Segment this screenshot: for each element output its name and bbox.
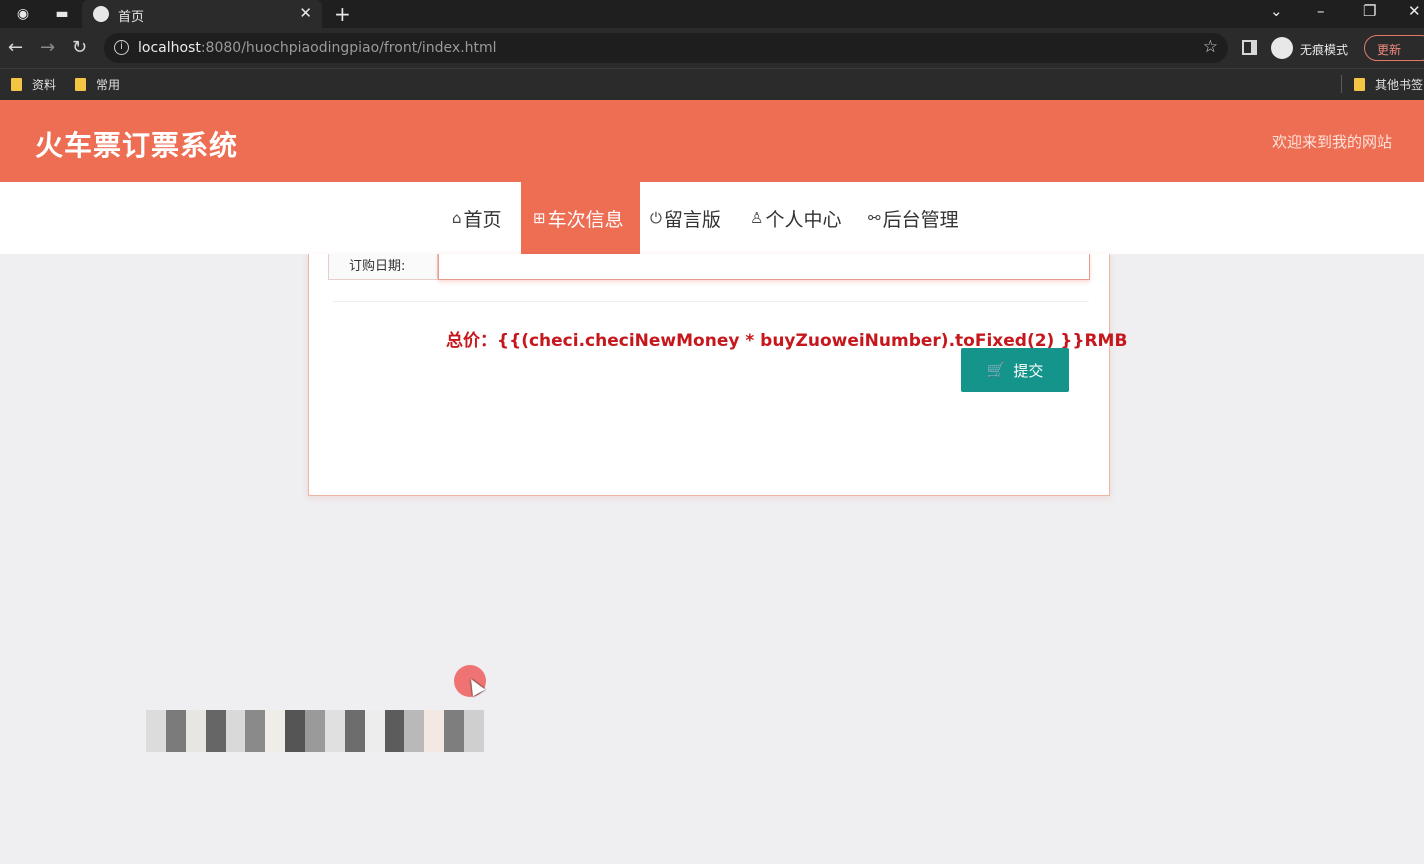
browser-tab-active[interactable]: 首页 ✕ — [82, 0, 322, 28]
tab-list-icon[interactable]: ⌄ — [1270, 2, 1283, 20]
bookmarks-divider — [1341, 75, 1342, 93]
incognito-label[interactable]: 无痕模式 — [1300, 41, 1348, 58]
tab-favicon-icon — [93, 6, 109, 22]
site-title: 火车票订票系统 — [35, 129, 239, 162]
nav-item-train-info[interactable]: ⊞ 车次信息 — [521, 182, 640, 254]
minimize-icon[interactable]: – — [1317, 2, 1325, 20]
browser-toolbar: ← → ↻ i localhost:8080/huochpiaodingpiao… — [0, 28, 1424, 68]
folder-icon — [1354, 78, 1365, 91]
user-icon: ♙ — [750, 209, 764, 227]
bookmark-folder-changyong[interactable]: 常用 — [75, 76, 120, 93]
nav-item-home[interactable]: ⌂ 首页 — [440, 182, 514, 254]
tab-title: 首页 — [118, 10, 145, 25]
pixelated-watermark — [146, 710, 484, 752]
browser-globe-icon[interactable]: ◉ — [14, 5, 32, 23]
welcome-text: 欢迎来到我的网站 — [1271, 133, 1392, 151]
side-panel-icon[interactable] — [1242, 40, 1257, 55]
back-icon[interactable]: ← — [8, 37, 23, 58]
url-text[interactable]: localhost:8080/huochpiaodingpiao/front/i… — [138, 40, 497, 56]
bookmark-folder-ziliao[interactable]: 资料 — [11, 76, 56, 93]
update-button[interactable]: 更新 — [1364, 35, 1424, 61]
site-info-icon[interactable]: i — [114, 40, 129, 55]
tab-close-icon[interactable]: ✕ — [299, 4, 312, 22]
bookmarks-bar: 资料 常用 其他书签 — [0, 68, 1424, 100]
bookmark-folder-other[interactable]: 其他书签 — [1354, 76, 1423, 93]
cart-icon: 🛒 — [986, 361, 1006, 379]
site-header: 火车票订票系统 欢迎来到我的网站 — [0, 100, 1424, 182]
browser-tab-strip: ◉ ▬ 首页 ✕ + ⌄ – ❐ ✕ — [0, 0, 1424, 28]
nav-item-message-board[interactable]: ⏻ 留言版 — [638, 182, 733, 254]
forward-icon[interactable]: → — [40, 37, 55, 58]
bookmark-star-icon[interactable]: ☆ — [1203, 37, 1218, 57]
link-icon: ⚯ — [868, 209, 881, 227]
home-icon: ⌂ — [452, 209, 462, 227]
reload-icon[interactable]: ↻ — [72, 37, 87, 58]
new-tab-icon[interactable]: + — [334, 2, 351, 26]
window-close-icon[interactable]: ✕ — [1408, 2, 1421, 20]
folder-icon — [75, 78, 86, 91]
gift-icon: ⊞ — [533, 209, 546, 227]
folder-icon — [11, 78, 22, 91]
nav-item-personal-center[interactable]: ♙ 个人中心 — [738, 182, 853, 254]
submit-button[interactable]: 🛒 提交 — [961, 348, 1069, 392]
nav-item-admin[interactable]: ⚯ 后台管理 — [856, 182, 971, 254]
order-form-card: 订购日期: 总价：{{(checi.checiNewMoney * buyZuo… — [308, 254, 1127, 496]
tab-search-icon[interactable]: ▬ — [53, 5, 71, 23]
form-divider — [333, 301, 1089, 302]
order-date-label: 订购日期: — [328, 254, 438, 280]
power-icon: ⏻ — [650, 209, 662, 227]
order-date-input[interactable] — [438, 254, 1090, 280]
restore-icon[interactable]: ❐ — [1363, 2, 1376, 20]
main-nav: ⌂ 首页 ⊞ 车次信息 ⏻ 留言版 ♙ 个人中心 ⚯ 后台管理 — [0, 182, 1424, 254]
incognito-icon[interactable] — [1271, 37, 1293, 59]
address-bar[interactable]: i localhost:8080/huochpiaodingpiao/front… — [104, 33, 1228, 63]
